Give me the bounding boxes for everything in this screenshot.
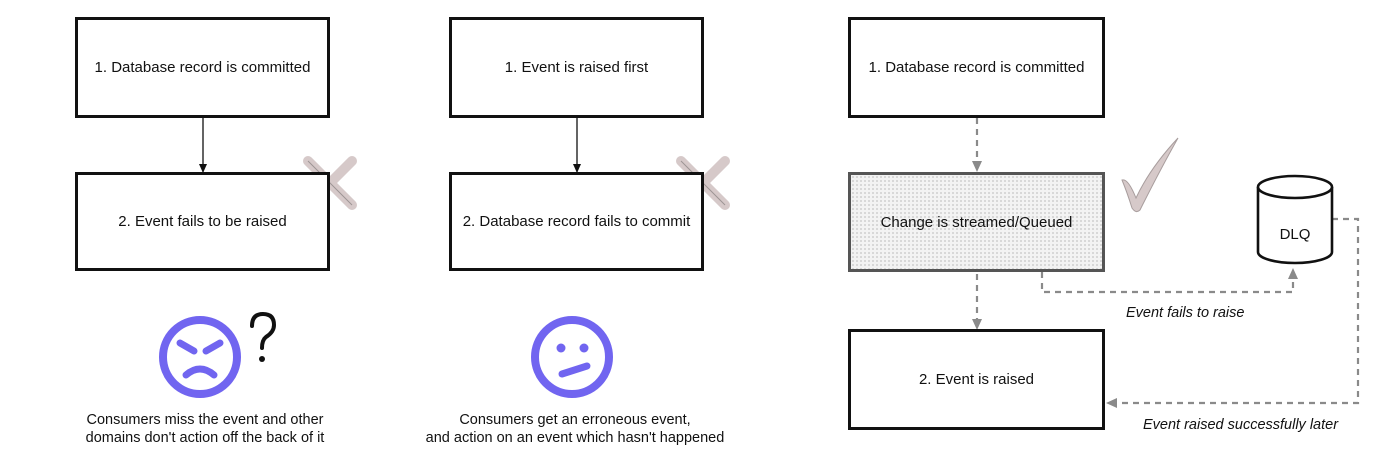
p3-box1-label: 1. Database record is committed bbox=[868, 59, 1085, 76]
dlq-label: DLQ bbox=[1279, 226, 1311, 243]
p3-db-committed-box: 1. Database record is committed bbox=[848, 17, 1105, 118]
note-event-fails-to-raise: Event fails to raise bbox=[1126, 305, 1245, 321]
note-event-raised-later: Event raised successfully later bbox=[1143, 417, 1339, 433]
p2-box2-label: 2. Database record fails to commit bbox=[462, 213, 691, 230]
p1-box1-label: 1. Database record is committed bbox=[94, 59, 311, 76]
question-mark-icon bbox=[250, 311, 277, 362]
p3-stream-queue-box: Change is streamed/Queued bbox=[848, 172, 1105, 272]
p2-caption: Consumers get an erroneous event, and ac… bbox=[400, 411, 750, 447]
p1-caption-line2: domains don't action off the back of it bbox=[85, 430, 325, 446]
dashed-arrow-stream-to-dlq bbox=[1040, 268, 1298, 294]
p2-box1-label: 1. Event is raised first bbox=[504, 59, 649, 76]
p1-event-fails-box: 2. Event fails to be raised bbox=[75, 172, 330, 271]
p3-event-raised-box: 2. Event is raised bbox=[848, 329, 1105, 430]
p1-caption: Consumers miss the event and other domai… bbox=[40, 411, 370, 447]
dlq-cylinder-icon bbox=[1256, 174, 1334, 265]
p3-box3-label: 2. Event is raised bbox=[918, 371, 1035, 388]
p1-db-committed-box: 1. Database record is committed bbox=[75, 17, 330, 118]
p3-stream-label: Change is streamed/Queued bbox=[880, 213, 1073, 231]
angry-face-icon bbox=[159, 316, 241, 398]
p2-caption-line2: and action on an event which hasn't happ… bbox=[425, 430, 725, 446]
p2-event-raised-box: 1. Event is raised first bbox=[449, 17, 704, 118]
p2-caption-line1: Consumers get an erroneous event, bbox=[459, 412, 691, 428]
p1-box2-label: 2. Event fails to be raised bbox=[118, 213, 287, 230]
confused-face-icon bbox=[531, 316, 613, 398]
check-mark-icon bbox=[1121, 137, 1179, 213]
p2-db-fails-box: 2. Database record fails to commit bbox=[449, 172, 704, 271]
p1-caption-line1: Consumers miss the event and other bbox=[86, 412, 324, 428]
